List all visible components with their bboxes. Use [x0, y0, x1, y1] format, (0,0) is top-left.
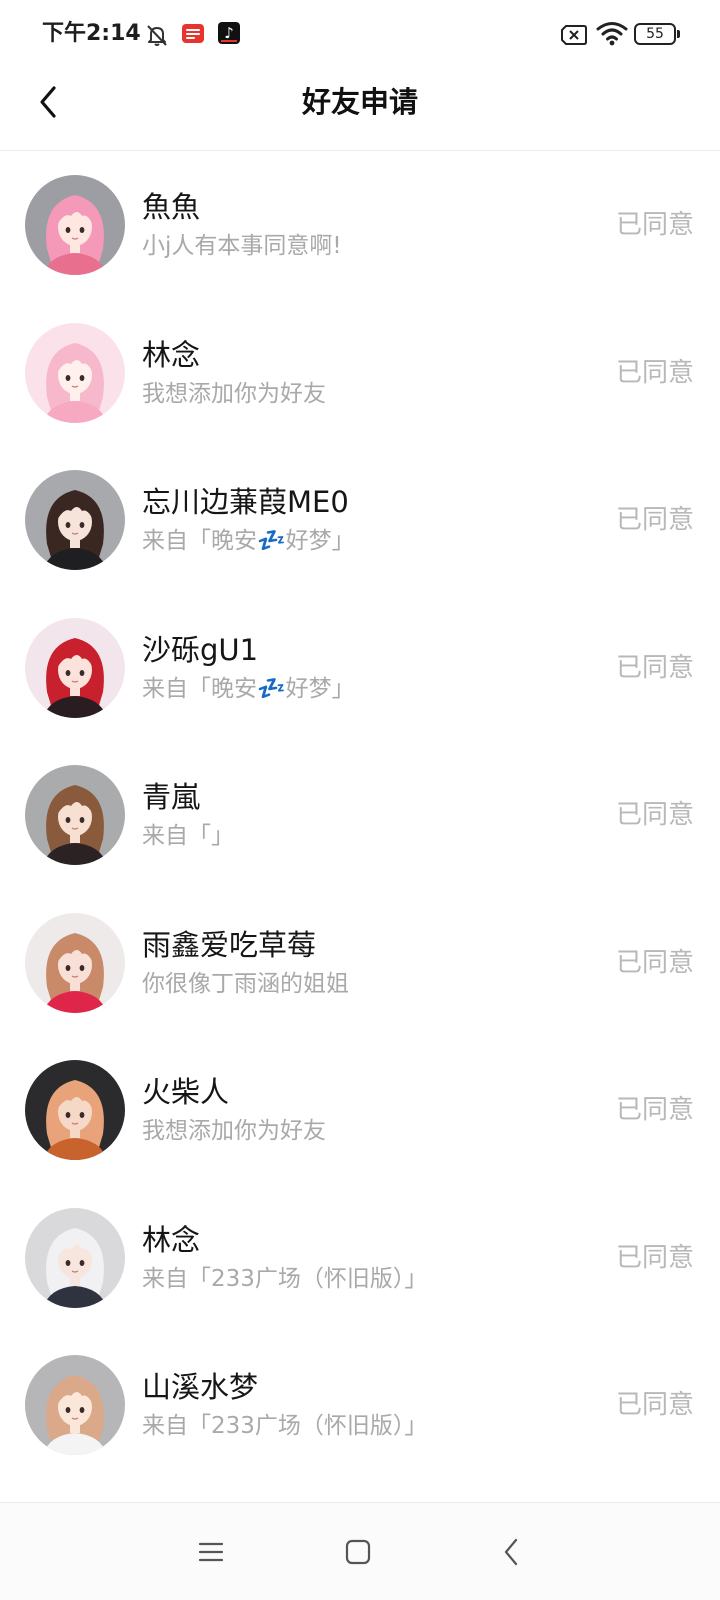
request-message: 我想添加你为好友 [142, 1118, 326, 1144]
status-bar: 下午2:14 ♪ 55 [0, 0, 720, 68]
request-message: 来自「晚安💤好梦」 [142, 528, 355, 554]
status-label: 已同意 [615, 1390, 694, 1420]
request-message: 来自「233广场（怀旧版）」 [142, 1413, 428, 1439]
avatar-image [25, 1207, 125, 1308]
battery-icon: 55 [634, 23, 676, 45]
wifi-icon [596, 22, 628, 46]
request-message: 我想添加你为好友 [142, 380, 326, 407]
friend-request-item[interactable]: 青嵐 来自「」 已同意 [0, 741, 720, 889]
no-sim-icon [561, 25, 587, 45]
status-label: 已同意 [615, 210, 694, 240]
avatar-image [25, 765, 125, 865]
system-nav-bar [0, 1502, 720, 1600]
friend-request-item[interactable]: 林念 我想添加你为好友 已同意 [0, 299, 720, 447]
request-message: 来自「晚安💤好梦」 [142, 675, 355, 702]
request-message: 来自「」 [142, 823, 234, 849]
home-square-icon [345, 1539, 371, 1565]
status-label: 已同意 [615, 947, 694, 978]
avatar[interactable] [25, 322, 125, 423]
friend-request-list: 魚魚 小j人有本事同意啊! 已同意 林念 我想添加你为好友 已同意 忘川边蒹葭M… [0, 151, 720, 1502]
avatar[interactable] [25, 617, 125, 718]
friend-request-item[interactable]: 山溪水梦 来自「233广场（怀旧版）」 已同意 [0, 1331, 720, 1479]
system-back-button[interactable] [489, 1530, 533, 1574]
bell-off-icon [147, 25, 167, 46]
avatar-image [25, 617, 125, 718]
request-message: 来自「233广场（怀旧版）」 [142, 1265, 428, 1292]
avatar[interactable] [25, 1355, 125, 1455]
requester-name: 忘川边蒹葭ME0 [142, 485, 349, 519]
avatar[interactable] [25, 912, 125, 1013]
page-title: 好友申请 [301, 85, 418, 119]
status-label: 已同意 [615, 1242, 694, 1273]
app-notification-icon [182, 24, 204, 43]
avatar-image [25, 912, 125, 1013]
requester-name: 林念 [142, 337, 201, 372]
battery-nub [677, 30, 680, 38]
requester-name: 林念 [142, 1222, 201, 1257]
status-label: 已同意 [615, 505, 694, 535]
avatar-image [25, 322, 125, 423]
avatar[interactable] [25, 470, 125, 570]
tiktok-icon: ♪ [218, 22, 240, 44]
status-label: 已同意 [615, 1095, 694, 1125]
requester-name: 青嵐 [142, 780, 201, 814]
home-button[interactable] [336, 1530, 380, 1574]
status-label: 已同意 [615, 357, 694, 388]
requester-name: 沙砾gU1 [142, 632, 259, 667]
status-time: 下午2:14 [42, 21, 141, 46]
avatar-image [25, 1060, 125, 1160]
requester-name: 山溪水梦 [142, 1370, 259, 1404]
back-chevron-icon [504, 1538, 518, 1566]
friend-request-item[interactable]: 魚魚 小j人有本事同意啊! 已同意 [0, 151, 720, 299]
friend-request-item[interactable]: 雨鑫爱吃草莓 你很像丁雨涵的姐姐 已同意 [0, 889, 720, 1037]
requester-name: 雨鑫爱吃草莓 [142, 927, 317, 962]
avatar-image [25, 470, 125, 570]
friend-request-item[interactable]: 忘川边蒹葭ME0 来自「晚安💤好梦」 已同意 [0, 446, 720, 594]
avatar[interactable] [25, 1060, 125, 1160]
menu-icon [198, 1542, 224, 1562]
friend-request-item[interactable]: 火柴人 我想添加你为好友 已同意 [0, 1036, 720, 1184]
status-label: 已同意 [615, 652, 694, 683]
requester-name: 魚魚 [142, 190, 201, 224]
friend-request-item[interactable]: 林念 来自「233广场（怀旧版）」 已同意 [0, 1184, 720, 1332]
avatar[interactable] [25, 765, 125, 865]
avatar[interactable] [25, 175, 125, 275]
friend-request-item[interactable]: 沙砾gU1 来自「晚安💤好梦」 已同意 [0, 594, 720, 742]
request-message: 小j人有本事同意啊! [142, 233, 342, 259]
avatar-image [25, 1355, 125, 1455]
recents-button[interactable] [189, 1530, 233, 1574]
header: 好友申请 [0, 68, 720, 151]
friend-requests-screen: 下午2:14 ♪ 55 好友申请 魚魚 小j人有本事同意啊! 已同意 林念 我想… [0, 0, 720, 1600]
requester-name: 火柴人 [142, 1075, 230, 1109]
request-message: 你很像丁雨涵的姐姐 [142, 970, 349, 997]
avatar-image [25, 175, 125, 275]
avatar[interactable] [25, 1207, 125, 1308]
status-label: 已同意 [615, 800, 694, 830]
